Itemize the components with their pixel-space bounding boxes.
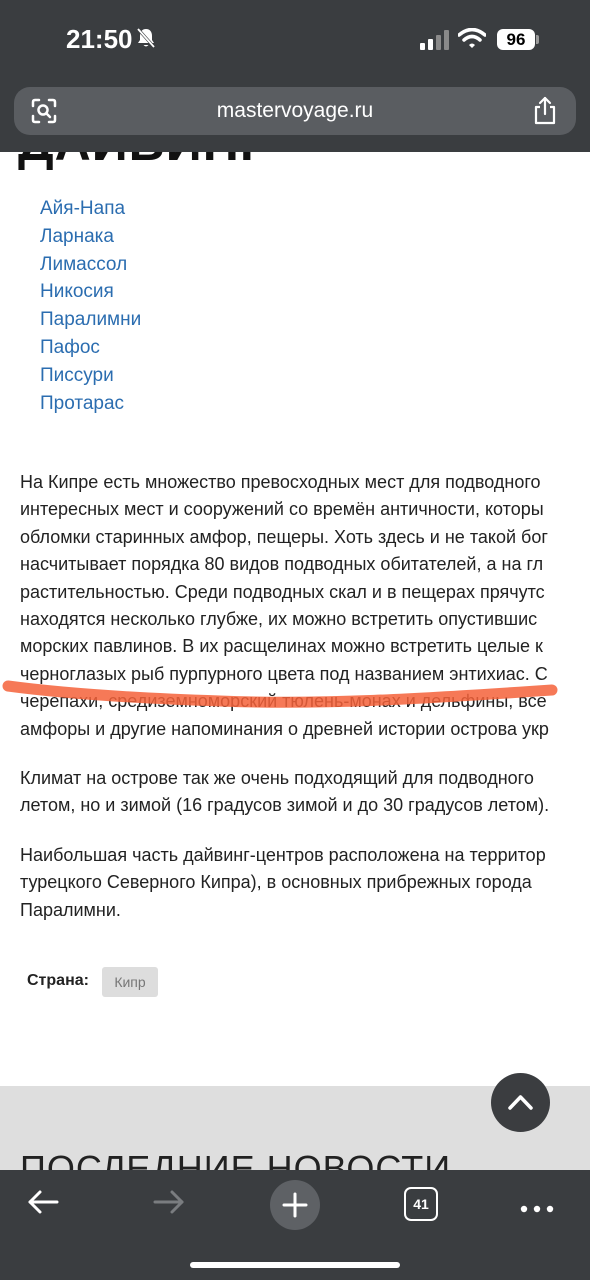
plus-icon	[282, 1192, 308, 1218]
browser-address-area: mastervoyage.ru	[0, 80, 590, 152]
country-label: Страна:	[27, 972, 89, 989]
text-line: Наибольшая часть дайвинг-центров располо…	[20, 845, 546, 865]
cellular-signal-icon	[420, 30, 450, 55]
text-line: Паралимни.	[20, 899, 121, 920]
new-tab-button[interactable]	[270, 1180, 320, 1230]
text-line: летом, но и зимой (16 градусов зимой и д…	[20, 795, 550, 816]
news-heading: ПОСЛЕДНИЕ НОВОСТИ	[20, 1148, 452, 1170]
scroll-top-button[interactable]	[491, 1073, 550, 1132]
chevron-up-icon	[508, 1095, 533, 1110]
climate-paragraph: Климат на острове так же очень подходящи…	[20, 765, 590, 820]
address-bar[interactable]: mastervoyage.ru	[14, 87, 576, 135]
forward-button[interactable]	[152, 1187, 186, 1222]
url-text[interactable]: mastervoyage.ru	[14, 99, 576, 123]
arrow-right-icon	[153, 1190, 184, 1214]
bell-muted-icon	[136, 27, 156, 54]
wifi-icon	[457, 27, 487, 55]
status-time: 21:50	[66, 24, 133, 54]
home-indicator	[190, 1262, 400, 1268]
arrow-left-icon	[28, 1190, 59, 1214]
page-content: ДАЙВИНГ Айя-Напа Ларнака Лимассол Никоси…	[0, 152, 590, 1170]
share-icon[interactable]	[532, 96, 558, 131]
country-tag[interactable]: Кипр	[102, 967, 158, 997]
battery-tip	[536, 35, 539, 44]
status-bar: 21:50 96	[0, 0, 590, 80]
text-line: турецкого Северного Кипра), в основных п…	[20, 872, 532, 893]
browser-toolbar: 41	[0, 1170, 590, 1280]
battery-indicator: 96	[497, 29, 535, 50]
text-line: Климат на острове так же очень подходящи…	[20, 768, 534, 788]
back-button[interactable]	[26, 1187, 60, 1222]
centers-paragraph: Наибольшая часть дайвинг-центров располо…	[20, 842, 590, 924]
tabs-button[interactable]: 41	[404, 1187, 438, 1221]
more-icon[interactable]	[520, 1200, 554, 1218]
highlight-stroke	[2, 680, 558, 708]
